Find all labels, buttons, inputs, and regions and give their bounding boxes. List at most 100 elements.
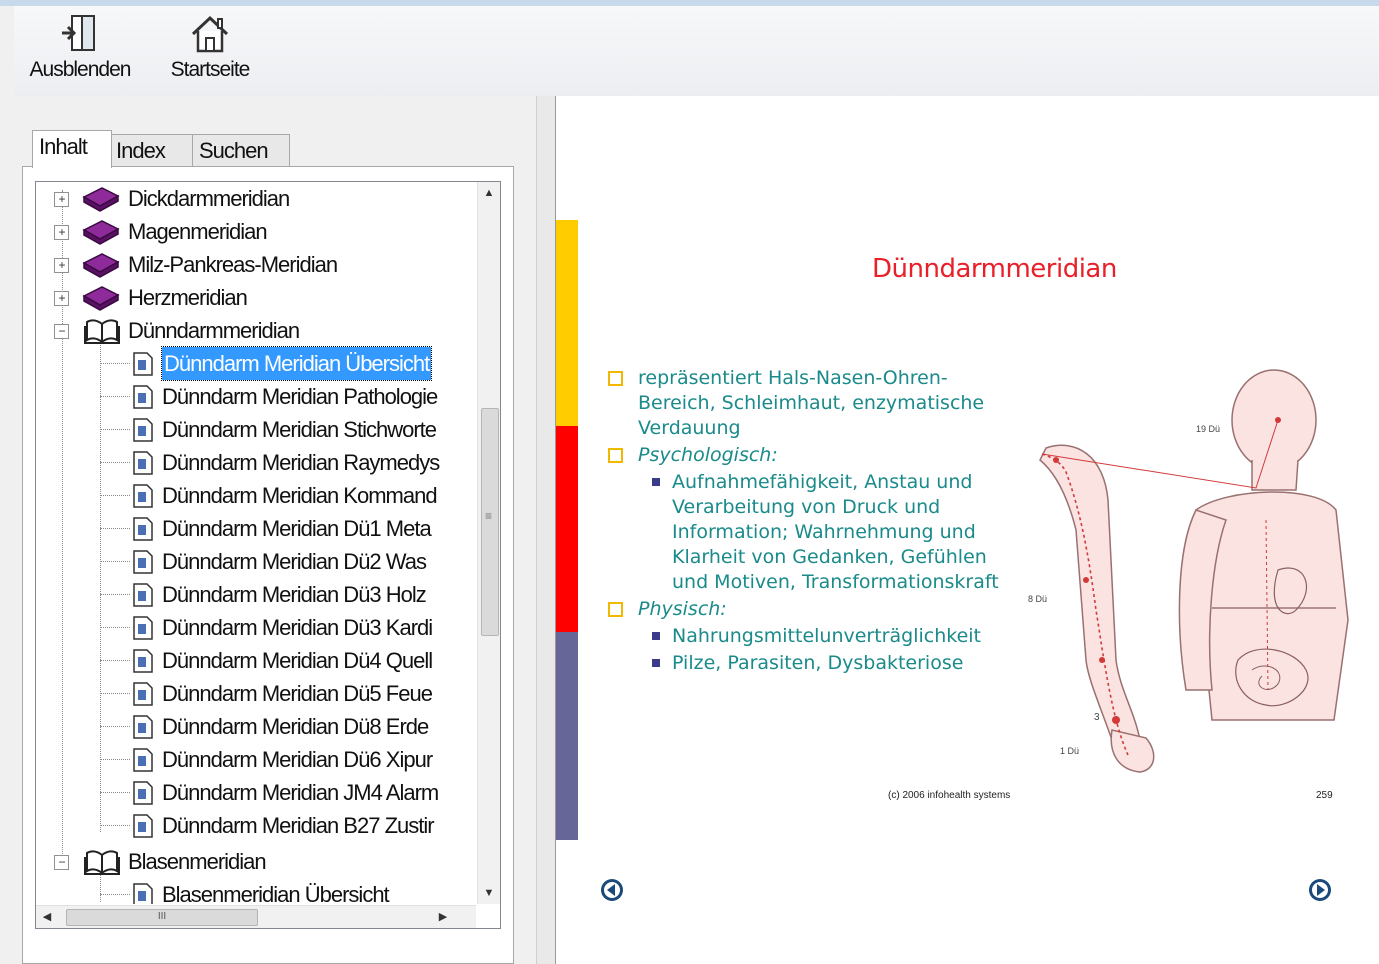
- slide-title: Dünndarmmeridian: [872, 254, 1117, 284]
- bullet-text: repräsentiert Hals-Nasen-Ohren-Bereich, …: [638, 367, 985, 439]
- help-page-icon: [133, 484, 153, 508]
- help-page-icon: [133, 451, 153, 475]
- sub-bullet-item: Nahrungsmittelunverträglichkeit: [606, 624, 1006, 649]
- help-page-icon: [133, 781, 153, 805]
- hide-pane-icon: [62, 15, 95, 51]
- tree-page-label: Dünndarm Meridian Dü6 Xipur: [162, 747, 433, 772]
- tree-horizontal-scrollbar[interactable]: ◀ III ▶: [36, 905, 476, 928]
- previous-page-icon[interactable]: [600, 878, 624, 902]
- tree-page-label: Dünndarm Meridian Dü4 Quell: [162, 648, 433, 673]
- pane-splitter[interactable]: [536, 96, 556, 964]
- home-button[interactable]: Startseite: [160, 14, 260, 82]
- scroll-right-icon[interactable]: ▶: [432, 906, 454, 928]
- hide-button-label: Ausblenden: [29, 58, 132, 81]
- tree-page-label: Dünndarm Meridian Stichworte: [162, 417, 437, 442]
- tree-page-label: Dünndarm Meridian Dü3 Kardi: [162, 615, 433, 640]
- red-bar: [556, 426, 578, 632]
- tree-line: [100, 759, 130, 760]
- scroll-up-icon[interactable]: ▲: [478, 182, 500, 204]
- help-page-icon: [133, 550, 153, 574]
- help-page-icon: [133, 715, 153, 739]
- tree-page-label: Dünndarm Meridian Kommand: [162, 483, 438, 508]
- collapse-minus-icon[interactable]: −: [54, 855, 69, 870]
- tree-line: [100, 528, 130, 529]
- tree-line: [100, 561, 130, 562]
- expand-plus-icon[interactable]: +: [54, 225, 69, 240]
- sub-bullet-text: Nahrungsmittelunverträglichkeit: [672, 625, 981, 647]
- help-page-icon: [133, 418, 153, 442]
- figure-label: 1 Dü: [1060, 746, 1080, 756]
- scroll-left-icon[interactable]: ◀: [36, 906, 58, 928]
- next-page-icon[interactable]: [1308, 878, 1332, 902]
- bullet-square-icon: [608, 602, 623, 617]
- tree-book-label: Magenmeridian: [128, 219, 268, 244]
- tree-line: [100, 660, 130, 661]
- help-page-icon: [133, 385, 153, 409]
- tree-line: [100, 396, 130, 397]
- tree-vertical-scrollbar[interactable]: ▲ ≡ ▼: [477, 182, 500, 904]
- tree-line: [100, 363, 130, 364]
- sub-bullet-item: Pilze, Parasiten, Dysbakteriose: [606, 651, 1006, 676]
- scroll-down-icon[interactable]: ▼: [478, 882, 500, 904]
- tree-book-label: Herzmeridian: [128, 285, 248, 310]
- collapse-minus-icon[interactable]: −: [54, 324, 69, 339]
- closed-book-icon: [82, 220, 120, 245]
- contents-panel: + Dickdarmmeridian + Magenmeridian + Mil…: [22, 166, 514, 964]
- tree-book-label: Dickdarmmeridian: [128, 186, 290, 211]
- tree-page-label: Dünndarm Meridian Raymedys: [162, 450, 440, 475]
- tab-search[interactable]: Suchen: [192, 134, 290, 167]
- home-button-label: Startseite: [170, 58, 251, 81]
- tree-page-label: Dünndarm Meridian Dü3 Holz: [162, 582, 427, 607]
- meridian-body-figure: [1039, 369, 1349, 773]
- sub-bullet-text: Aufnahmefähigkeit, Anstau und Verarbeitu…: [672, 471, 999, 593]
- figure-label: 19 Dü: [1196, 424, 1221, 434]
- sub-bullet-item: Aufnahmefähigkeit, Anstau und Verarbeitu…: [606, 470, 1006, 595]
- tree-page-label: Dünndarm Meridian Dü5 Feue: [162, 681, 433, 706]
- expand-plus-icon[interactable]: +: [54, 258, 69, 273]
- tree-page-label: Dünndarm Meridian JM4 Alarm: [162, 780, 439, 805]
- help-page-icon: [133, 649, 153, 673]
- open-book-icon: [84, 850, 120, 875]
- tree-line: [100, 594, 130, 595]
- expand-plus-icon[interactable]: +: [54, 192, 69, 207]
- contents-tree: + Dickdarmmeridian + Magenmeridian + Mil…: [35, 181, 501, 929]
- bullet-square-icon: [608, 448, 623, 463]
- tree-page-label: Dünndarm Meridian Dü2 Was: [162, 549, 427, 574]
- help-page-icon: [133, 583, 153, 607]
- tree-book-label: Blasenmeridian: [128, 849, 267, 874]
- tree-line: [100, 627, 130, 628]
- sub-bullet-icon: [652, 478, 660, 486]
- slide-copyright: (c) 2006 infohealth systems: [888, 790, 1011, 801]
- toolbar: Ausblenden Startseite: [14, 6, 1379, 97]
- tree-page-label: Blasenmeridian Übersicht: [162, 882, 390, 904]
- open-book-icon: [84, 319, 120, 344]
- help-page-icon: [133, 748, 153, 772]
- figure-label: 8 Dü: [1028, 594, 1048, 604]
- scroll-thumb[interactable]: ≡: [481, 408, 499, 636]
- bullet-square-icon: [608, 371, 623, 386]
- scroll-grip-icon: III: [157, 911, 167, 922]
- tab-contents[interactable]: Inhalt: [32, 130, 112, 168]
- bullet-text: Physisch:: [638, 598, 727, 620]
- tree-page-label: Dünndarm Meridian Pathologie: [162, 384, 438, 409]
- closed-book-icon: [82, 187, 120, 212]
- tab-index[interactable]: Index: [109, 134, 195, 167]
- sub-bullet-text: Pilze, Parasiten, Dysbakteriose: [672, 652, 964, 674]
- hide-button[interactable]: Ausblenden: [20, 14, 140, 82]
- sub-bullet-icon: [652, 659, 660, 667]
- navigation-pane: Inhalt Index Suchen + Dickdarmmeridian +…: [14, 96, 536, 964]
- tree-line: [100, 825, 130, 826]
- tree-page-label: Dünndarm Meridian Dü8 Erde: [162, 714, 429, 739]
- purple-bar: [556, 632, 578, 840]
- tree-line: [100, 792, 130, 793]
- tree-page-label: Dünndarm Meridian Übersicht: [160, 346, 433, 381]
- topic-content: Dünndarmmeridian repräsentiert Hals-Nase…: [556, 96, 1379, 964]
- tree-line: [100, 495, 130, 496]
- hscroll-thumb[interactable]: III: [66, 909, 258, 926]
- expand-plus-icon[interactable]: +: [54, 291, 69, 306]
- tree-line: [100, 693, 130, 694]
- help-page-icon: [133, 352, 153, 376]
- help-page-icon: [133, 682, 153, 706]
- home-icon: [191, 15, 229, 53]
- yellow-bar: [556, 220, 578, 426]
